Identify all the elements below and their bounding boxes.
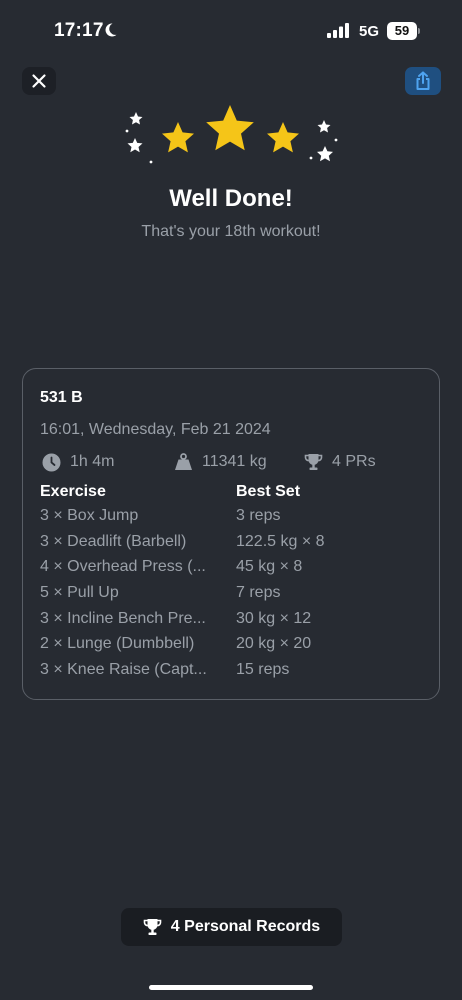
close-icon <box>32 74 46 88</box>
stars-illustration <box>125 105 338 164</box>
exercise-best-set: 45 kg × 8 <box>236 558 303 576</box>
workout-complete-screen: 17:17 5G 59 Well Done! That's your 18th … <box>0 0 462 1000</box>
exercise-row: 2 × Lunge (Dumbbell) 20 kg × 20 <box>23 635 441 661</box>
exercise-row: 3 × Box Jump 3 reps <box>23 507 441 533</box>
exercise-row: 5 × Pull Up 7 reps <box>23 584 441 610</box>
exercise-row: 3 × Knee Raise (Capt... 15 reps <box>23 661 441 687</box>
status-time: 17:17 <box>54 20 104 41</box>
status-bar: 17:17 5G 59 <box>0 0 462 62</box>
exercise-best-set: 122.5 kg × 8 <box>236 532 325 550</box>
home-indicator[interactable] <box>149 985 313 990</box>
best-set-column-header: Best Set <box>236 483 301 500</box>
battery-icon: 59 <box>387 22 420 40</box>
exercise-name: 2 × Lunge (Dumbbell) <box>40 635 195 653</box>
personal-records-button[interactable]: 4 Personal Records <box>121 908 342 946</box>
star-icon <box>206 105 254 151</box>
exercise-name: 3 × Knee Raise (Capt... <box>40 661 207 679</box>
star-icon <box>127 138 143 153</box>
workout-summary-card: 531 B 16:01, Wednesday, Feb 21 2024 1h 4… <box>22 368 440 700</box>
exercise-column-header: Exercise <box>40 483 106 500</box>
trophy-icon <box>143 919 162 935</box>
exercise-row: 3 × Deadlift (Barbell) 122.5 kg × 8 <box>23 533 441 559</box>
exercise-name: 5 × Pull Up <box>40 584 119 602</box>
exercise-best-set: 30 kg × 12 <box>236 609 312 627</box>
exercise-name: 3 × Incline Bench Pre... <box>40 609 206 627</box>
share-icon <box>416 71 430 90</box>
exercise-name: 3 × Deadlift (Barbell) <box>40 532 187 550</box>
trophy-icon <box>304 454 323 470</box>
share-button[interactable] <box>405 67 441 95</box>
close-button[interactable] <box>22 67 56 95</box>
exercise-name: 4 × Overhead Press (... <box>40 558 206 576</box>
star-icon <box>129 112 143 125</box>
star-icon <box>317 146 333 162</box>
page-title: Well Done! <box>169 185 293 212</box>
exercise-list: 3 × Box Jump 3 reps 3 × Deadlift (Barbel… <box>23 507 441 687</box>
star-icon <box>162 122 194 153</box>
exercise-row: 4 × Overhead Press (... 45 kg × 8 <box>23 558 441 584</box>
personal-records-label: 4 Personal Records <box>170 918 321 935</box>
exercise-best-set: 20 kg × 20 <box>236 635 312 653</box>
workout-date: 16:01, Wednesday, Feb 21 2024 <box>40 421 271 438</box>
workout-name: 531 B <box>40 389 83 406</box>
exercise-name: 3 × Box Jump <box>40 507 139 524</box>
battery-level: 59 <box>394 23 410 38</box>
exercise-best-set: 15 reps <box>236 661 290 679</box>
weight-icon <box>175 453 192 470</box>
star-icon <box>267 122 299 153</box>
duration-value: 1h 4m <box>70 453 115 470</box>
exercise-best-set: 3 reps <box>236 507 281 524</box>
exercise-best-set: 7 reps <box>236 584 281 602</box>
volume-value: 11341 kg <box>202 453 267 470</box>
network-label: 5G <box>359 23 380 40</box>
duration-stat: 1h 4m <box>42 451 114 473</box>
volume-stat: 11341 kg <box>174 451 267 473</box>
prs-stat: 4 PRs <box>304 451 376 473</box>
prs-value: 4 PRs <box>332 453 376 470</box>
clock-icon <box>42 453 61 471</box>
star-icon <box>317 120 331 133</box>
exercise-row: 3 × Incline Bench Pre... 30 kg × 12 <box>23 610 441 636</box>
workout-count-subtitle: That's your 18th workout! <box>141 223 321 240</box>
moon-icon <box>102 22 118 43</box>
signal-icon <box>327 23 351 43</box>
